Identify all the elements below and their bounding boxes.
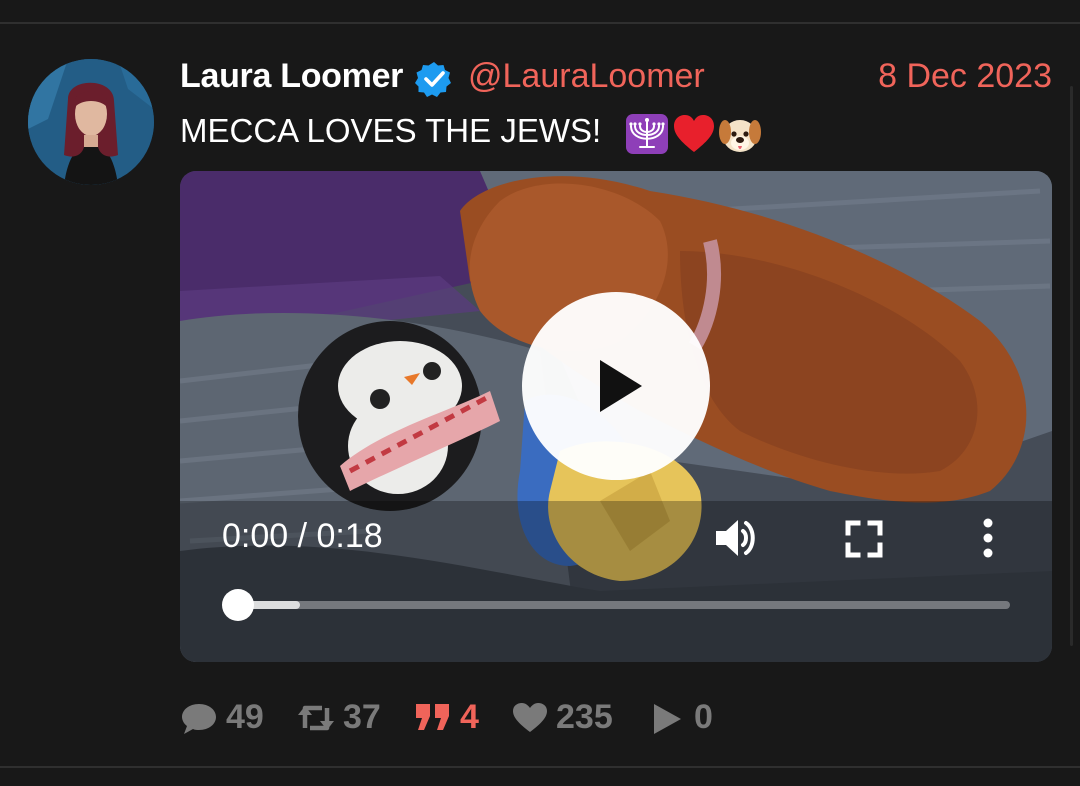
retweet-icon [298, 705, 334, 731]
retweet-count: 37 [343, 698, 381, 736]
dog-face-emoji-icon [719, 120, 761, 152]
post-actions: 49 37 4 235 0 [180, 694, 1052, 742]
red-heart-emoji-icon [674, 115, 714, 152]
reply-button[interactable]: 49 [180, 694, 280, 742]
volume-icon[interactable] [712, 515, 764, 561]
views-button[interactable]: 0 [650, 694, 730, 742]
heart-icon [513, 703, 547, 732]
play-icon [600, 360, 642, 412]
menorah-emoji-icon [626, 114, 668, 154]
comment-icon [182, 704, 216, 734]
reply-count: 49 [226, 698, 264, 736]
bottom-divider [0, 766, 1080, 768]
more-options-icon[interactable] [976, 515, 1000, 561]
retweet-button[interactable]: 37 [296, 694, 396, 742]
scrollbar[interactable] [1070, 86, 1073, 646]
view-count: 0 [694, 698, 713, 736]
like-count: 235 [556, 698, 613, 736]
post-text: MECCA LOVES THE JEWS! [180, 112, 602, 149]
quote-count: 4 [460, 698, 479, 736]
author-name[interactable]: Laura Loomer [180, 57, 403, 96]
play-button[interactable] [522, 292, 710, 480]
video-player[interactable]: 0:00 / 0:18 [180, 171, 1052, 662]
video-time: 0:00 / 0:18 [222, 517, 383, 555]
post-emojis [626, 112, 766, 156]
avatar[interactable] [28, 59, 154, 185]
post-date[interactable]: 8 Dec 2023 [878, 57, 1052, 96]
avatar-image [28, 59, 154, 185]
video-progress-thumb[interactable] [222, 589, 254, 621]
post-header: Laura Loomer @LauraLoomer 8 Dec 2023 [180, 52, 1052, 100]
top-divider [0, 22, 1080, 24]
fullscreen-icon[interactable] [844, 519, 884, 559]
play-count-icon [654, 704, 681, 734]
author-handle[interactable]: @LauraLoomer [468, 57, 705, 96]
quote-button[interactable]: 4 [414, 694, 494, 742]
like-button[interactable]: 235 [512, 694, 632, 742]
quote-icon [416, 704, 449, 730]
verified-badge-icon [415, 62, 451, 97]
video-progress-bar[interactable] [238, 601, 1010, 609]
